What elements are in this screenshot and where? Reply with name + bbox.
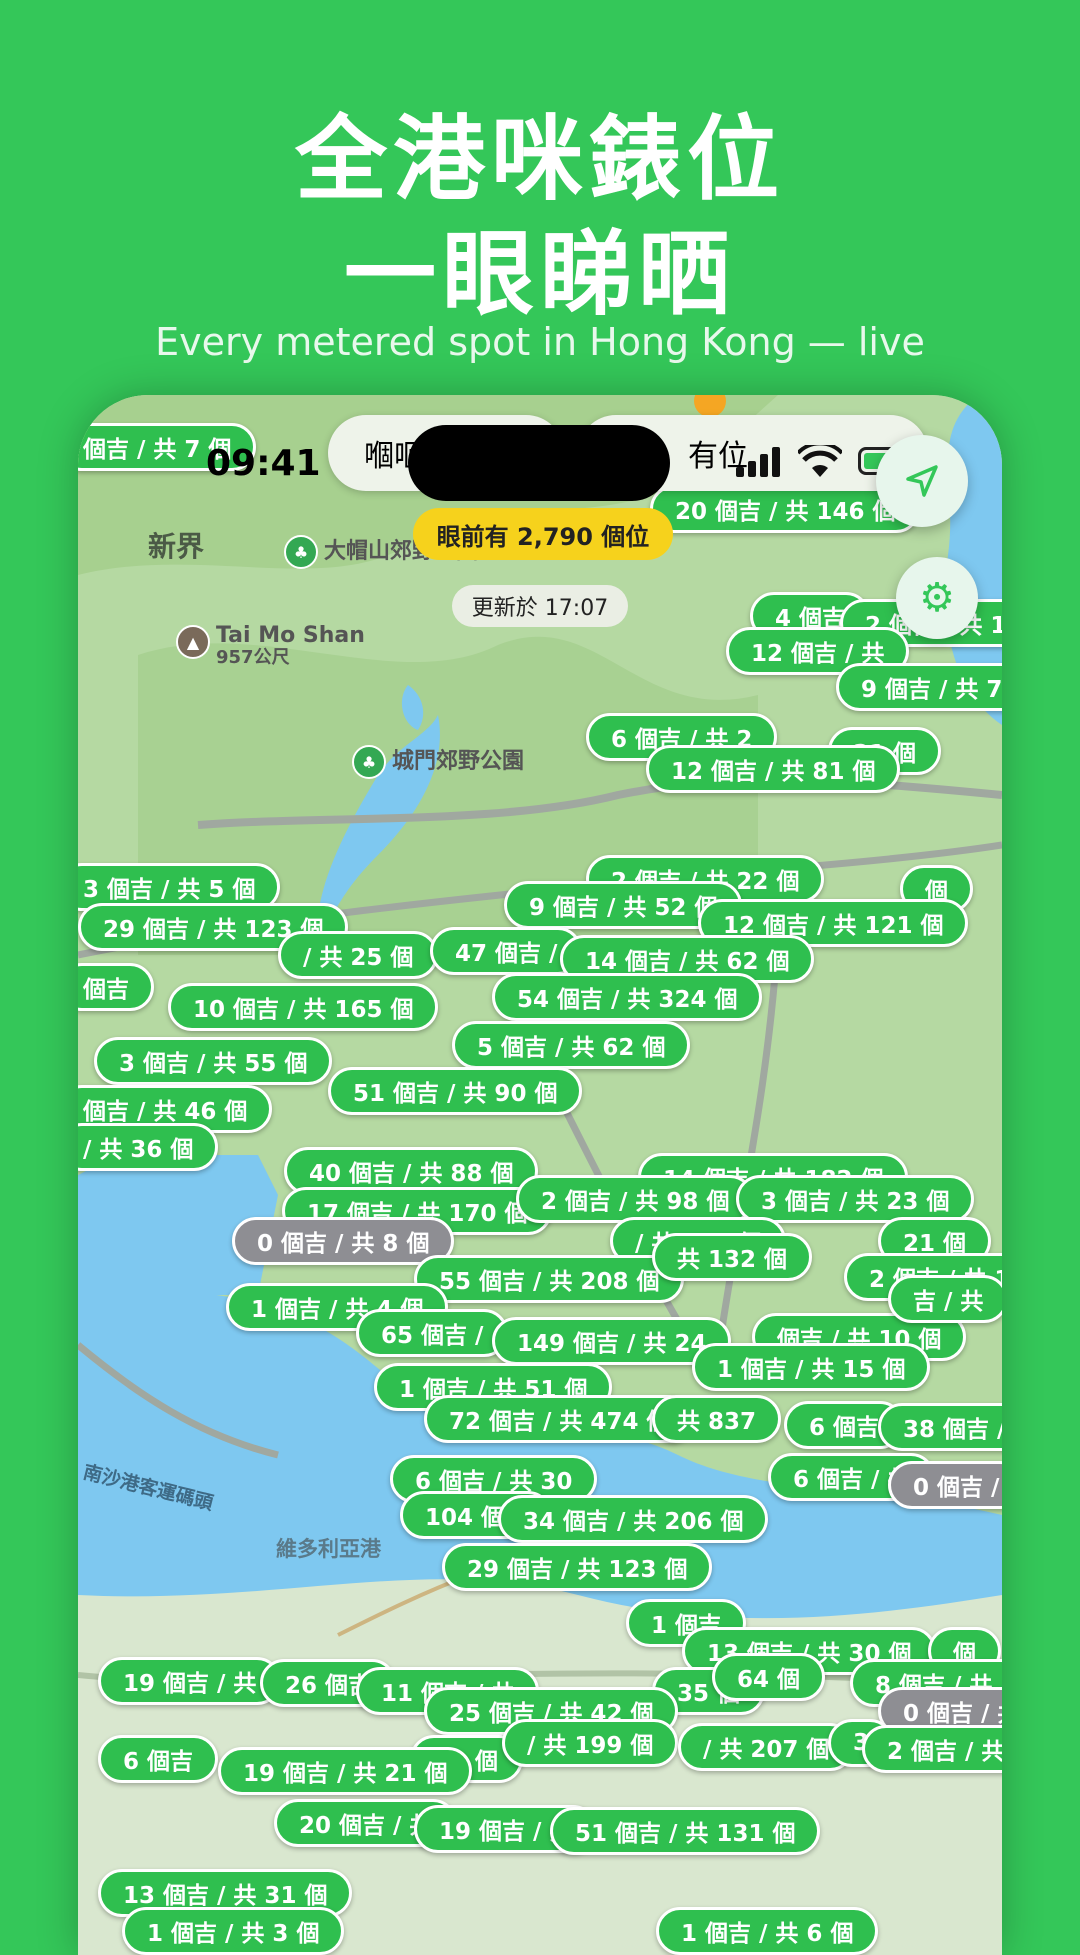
parking-pin[interactable]: 12 個吉 / 共 81 個: [646, 745, 901, 793]
parking-pin[interactable]: 47 個吉 /: [430, 927, 583, 975]
tai-mo-shan-label: Tai Mo Shan: [216, 623, 365, 648]
wifi-icon: [798, 445, 842, 477]
place-new-territories: 新界: [148, 530, 205, 563]
parking-pin[interactable]: 51 個吉 / 共 131 個: [550, 1807, 821, 1855]
parking-pin[interactable]: 19 個吉 / 共 21 個: [218, 1747, 473, 1795]
parking-pin[interactable]: 0 個吉 /: [888, 1461, 1002, 1509]
poi-tai-mo-shan[interactable]: ▲ Tai Mo Shan 957公尺: [176, 625, 365, 669]
parking-pin[interactable]: 0 個吉 / 共 8 個: [232, 1217, 455, 1265]
headline-line-2: 一眼睇晒: [343, 221, 736, 328]
tree-icon: ♣: [352, 745, 386, 779]
phone-screen: 新界 ♣ 大帽山郊野公園 ▲ Tai Mo Shan 957公尺 ♣ 城門郊野公…: [78, 395, 1002, 1955]
settings-button[interactable]: ⚙: [896, 557, 978, 639]
parking-pin[interactable]: / 共 199 個: [502, 1719, 679, 1767]
parking-pin[interactable]: 3 個吉 / 共 55 個: [94, 1037, 333, 1085]
dynamic-island: [408, 425, 670, 501]
last-updated-pill: 更新於 17:07: [452, 585, 628, 627]
parking-pin[interactable]: 55 個吉 / 共 208 個: [414, 1255, 685, 1303]
parking-pin[interactable]: 1 個吉 / 共 6 個: [656, 1907, 879, 1955]
parking-pin[interactable]: 個吉: [78, 963, 154, 1011]
poi-shing-mun-park[interactable]: ♣ 城門郊野公園: [352, 745, 524, 779]
parking-pin[interactable]: 1 個吉 / 共 15 個: [692, 1343, 931, 1391]
parking-pin[interactable]: 2 個吉 / 共 98 個: [516, 1175, 755, 1223]
parking-pin[interactable]: 共 132 個: [652, 1233, 813, 1281]
parking-pin[interactable]: 38 個吉 / 共: [878, 1403, 1002, 1451]
parking-pin[interactable]: 34 個吉 / 共 206 個: [498, 1495, 769, 1543]
parking-pin[interactable]: 3 個吉 / 共 23 個: [736, 1175, 975, 1223]
parking-pin[interactable]: 65 個吉 /: [356, 1309, 509, 1357]
parking-pin[interactable]: 吉 / 共: [888, 1275, 1002, 1323]
parking-pin[interactable]: 2 個吉 / 共: [862, 1725, 1002, 1773]
tree-icon: ♣: [284, 535, 318, 569]
location-arrow-icon: [906, 465, 938, 497]
parking-pin[interactable]: 19 個吉 / 共: [98, 1657, 282, 1705]
mountain-icon: ▲: [176, 625, 210, 659]
parking-pin[interactable]: 共 837: [652, 1395, 782, 1443]
available-count-pill: 眼前有 2,790 個位: [413, 508, 673, 560]
parking-pin[interactable]: 6 個吉: [98, 1735, 219, 1783]
promo-subtitle: Every metered spot in Hong Kong — live: [155, 320, 925, 364]
tai-mo-shan-elevation: 957公尺: [216, 647, 290, 668]
locate-me-button[interactable]: [876, 435, 968, 527]
parking-pin[interactable]: / 共 25 個: [278, 931, 439, 979]
cellular-signal-icon: [736, 447, 780, 477]
parking-pin[interactable]: 51 個吉 / 共 90 個: [328, 1067, 583, 1115]
parking-pin[interactable]: 29 個吉 / 共 123 個: [442, 1543, 713, 1591]
parking-pin[interactable]: / 共 36 個: [78, 1123, 219, 1171]
gear-icon: ⚙: [919, 575, 955, 621]
parking-pin[interactable]: 64 個: [712, 1653, 826, 1701]
place-victoria-harbour: 維多利亞港: [276, 1537, 381, 1561]
parking-pin[interactable]: 54 個吉 / 共 324 個: [492, 973, 763, 1021]
headline-line-1: 全港咪錶位: [294, 106, 785, 213]
parking-pin[interactable]: 5 個吉 / 共 62 個: [452, 1021, 691, 1069]
parking-pin[interactable]: 9 個吉 / 共 74: [836, 663, 1002, 711]
parking-pin[interactable]: 1 個吉 / 共 3 個: [122, 1907, 345, 1955]
status-time: 09:41: [206, 443, 321, 484]
parking-pin[interactable]: 10 個吉 / 共 165 個: [168, 983, 439, 1031]
